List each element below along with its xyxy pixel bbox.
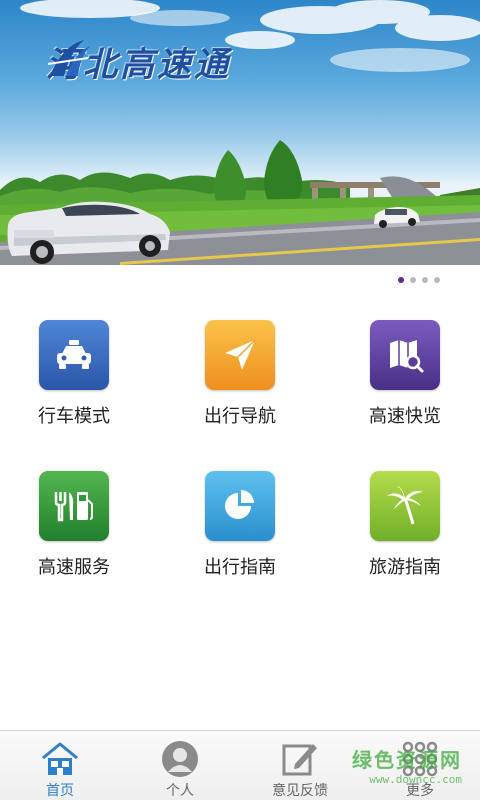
tab-label: 首页 xyxy=(46,783,74,799)
tile-label: 行车模式 xyxy=(38,406,110,427)
tile-highway-services[interactable]: 高速服务 xyxy=(4,471,144,591)
more-grid-icon xyxy=(400,739,440,779)
bottom-tab-bar: 首页 个人 意见反馈 更多 xyxy=(0,730,480,800)
tile-driving-mode[interactable]: 行车模式 xyxy=(4,320,144,440)
navigation-arrow-icon xyxy=(205,320,275,390)
tab-label: 意见反馈 xyxy=(272,783,328,799)
feedback-edit-icon xyxy=(280,739,320,779)
tile-label: 出行指南 xyxy=(204,557,276,578)
tile-label: 出行导航 xyxy=(204,406,276,427)
app-logo: 河北高速通 xyxy=(44,36,231,86)
pie-chart-icon xyxy=(205,471,275,541)
tab-label: 更多 xyxy=(406,783,434,799)
pager-dot-active[interactable] xyxy=(398,277,404,283)
pager-dot[interactable] xyxy=(410,277,416,283)
home-icon xyxy=(40,739,80,779)
tab-more[interactable]: 更多 xyxy=(360,731,480,800)
tile-highway-overview[interactable]: 高速快览 xyxy=(335,320,475,440)
banner-carousel[interactable]: 河北高速通 xyxy=(0,0,480,265)
tile-navigation[interactable]: 出行导航 xyxy=(170,320,310,440)
tab-feedback[interactable]: 意见反馈 xyxy=(240,731,360,800)
palm-tree-icon xyxy=(370,471,440,541)
tile-label: 旅游指南 xyxy=(369,557,441,578)
tab-home[interactable]: 首页 xyxy=(0,731,120,800)
person-icon xyxy=(160,739,200,779)
logo-mark-icon xyxy=(47,40,90,76)
tile-tourism-guide[interactable]: 旅游指南 xyxy=(335,471,475,591)
pager-dot[interactable] xyxy=(422,277,428,283)
tab-label: 个人 xyxy=(166,783,194,799)
tile-travel-guide[interactable]: 出行指南 xyxy=(170,471,310,591)
tile-label: 高速服务 xyxy=(38,557,110,578)
map-search-icon xyxy=(370,320,440,390)
car-icon xyxy=(39,320,109,390)
carousel-pager xyxy=(398,277,440,283)
service-fuel-icon xyxy=(39,471,109,541)
tab-personal[interactable]: 个人 xyxy=(120,731,240,800)
pager-dot[interactable] xyxy=(434,277,440,283)
tile-label: 高速快览 xyxy=(369,406,441,427)
